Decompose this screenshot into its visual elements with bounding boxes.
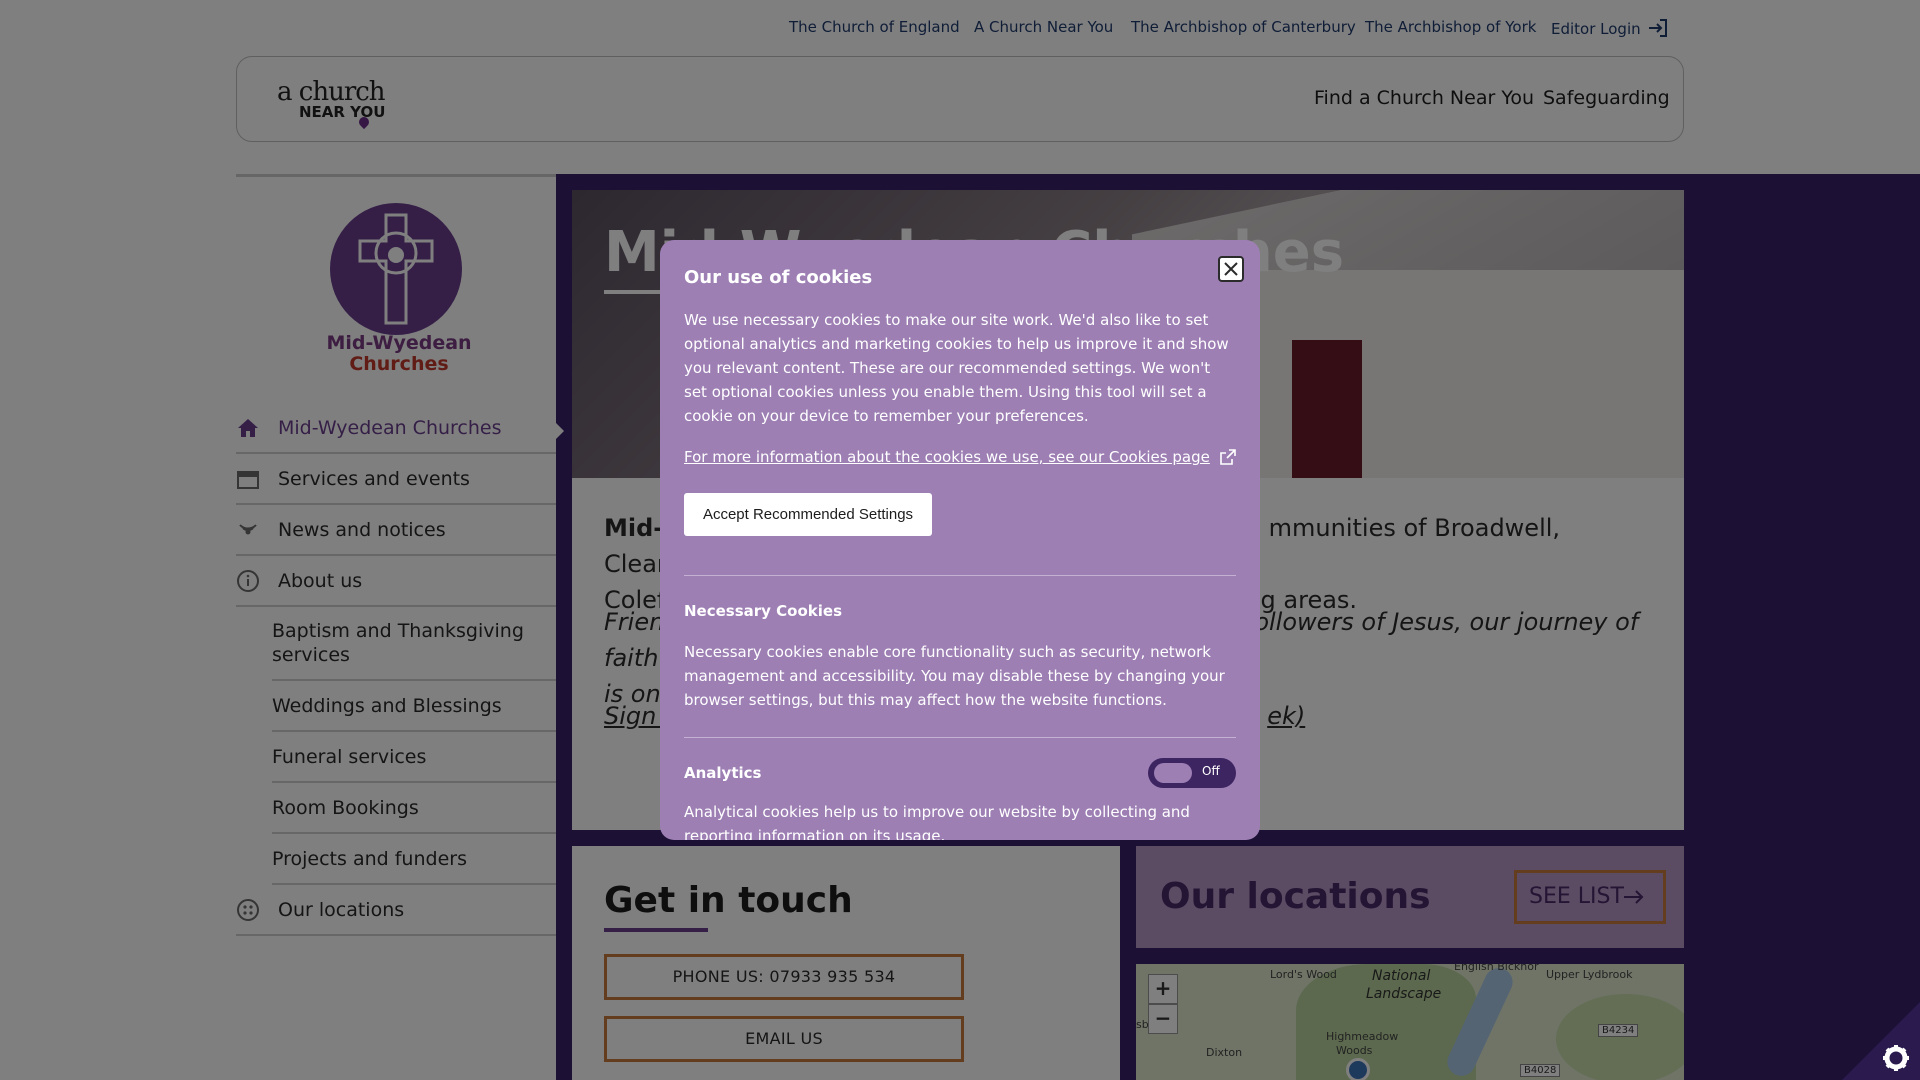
- toggle-state-label: Off: [1202, 764, 1220, 778]
- close-button[interactable]: [1218, 256, 1244, 282]
- cookie-consent-dialog: Our use of cookies We use necessary cook…: [660, 240, 1260, 840]
- close-icon: [1224, 262, 1238, 276]
- cookie-dialog-title: Our use of cookies: [684, 267, 873, 288]
- analytics-toggle[interactable]: Off: [1148, 758, 1236, 788]
- cookies-page-link[interactable]: For more information about the cookies w…: [684, 448, 1236, 466]
- analytics-heading: Analytics: [684, 764, 762, 782]
- external-link-icon: [1220, 449, 1236, 465]
- divider: [684, 737, 1236, 738]
- divider: [684, 575, 1236, 576]
- accept-recommended-button[interactable]: Accept Recommended Settings: [684, 493, 932, 536]
- cookies-page-link-label: For more information about the cookies w…: [684, 448, 1210, 466]
- necessary-cookies-heading: Necessary Cookies: [684, 602, 843, 620]
- necessary-cookies-text: Necessary cookies enable core functional…: [684, 643, 1225, 709]
- analytics-text: Analytical cookies help us to improve ou…: [684, 803, 1190, 840]
- toggle-knob: [1154, 763, 1192, 783]
- cookie-settings-button[interactable]: [1842, 1002, 1920, 1080]
- cookie-intro-text: We use necessary cookies to make our sit…: [684, 311, 1229, 425]
- gear-icon: [1842, 1002, 1920, 1080]
